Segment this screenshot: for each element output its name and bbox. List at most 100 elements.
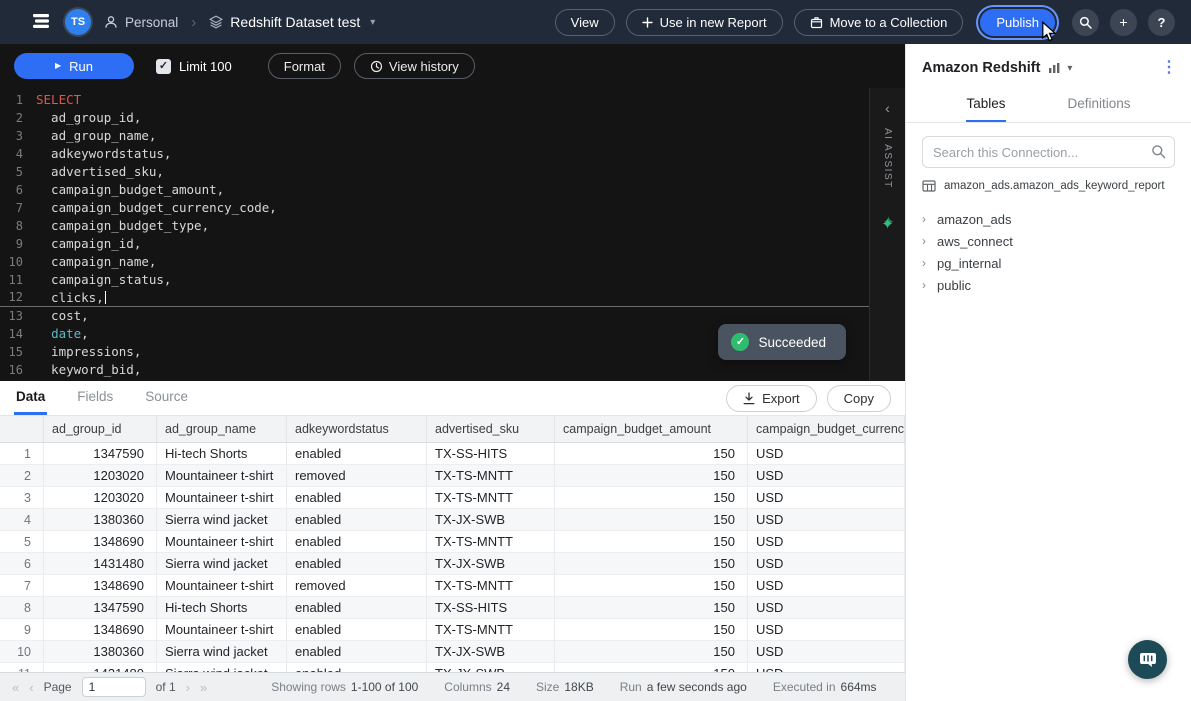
table-row[interactable]: 91348690Mountaineer t-shirtenabledTX-TS-…	[0, 619, 905, 641]
table-cell[interactable]: enabled	[287, 641, 427, 663]
table-cell[interactable]: 150	[555, 443, 748, 465]
connection-search-input[interactable]	[922, 136, 1175, 168]
app-logo[interactable]	[30, 11, 52, 33]
copy-button[interactable]: Copy	[827, 385, 891, 412]
code-line[interactable]: 2 ad_group_id,	[0, 109, 869, 127]
table-cell[interactable]: 1347590	[44, 597, 157, 619]
table-cell[interactable]: removed	[287, 575, 427, 597]
ai-sparkle-icon[interactable]: ✦	[881, 215, 894, 233]
table-cell[interactable]: Mountaineer t-shirt	[157, 487, 287, 509]
schema-tree-item[interactable]: ›pg_internal	[906, 252, 1191, 274]
table-cell[interactable]: enabled	[287, 619, 427, 641]
table-cell[interactable]: TX-TS-MNTT	[427, 575, 555, 597]
table-cell[interactable]: Mountaineer t-shirt	[157, 465, 287, 487]
search-button[interactable]	[1072, 9, 1099, 36]
breadcrumb-workspace[interactable]: Personal	[104, 15, 178, 30]
use-in-new-report-button[interactable]: Use in new Report	[626, 9, 783, 36]
code-line[interactable]: 12 clicks,	[0, 289, 869, 307]
export-button[interactable]: Export	[726, 385, 817, 412]
table-cell[interactable]: 150	[555, 553, 748, 575]
view-history-button[interactable]: View history	[354, 53, 475, 79]
table-cell[interactable]: enabled	[287, 597, 427, 619]
format-button[interactable]: Format	[268, 53, 341, 79]
table-cell[interactable]: USD	[748, 575, 905, 597]
table-cell[interactable]: 150	[555, 619, 748, 641]
table-cell[interactable]: TX-JX-SWB	[427, 663, 555, 672]
code-line[interactable]: 1SELECT	[0, 91, 869, 109]
table-cell[interactable]: Mountaineer t-shirt	[157, 531, 287, 553]
table-cell[interactable]: 150	[555, 641, 748, 663]
column-header[interactable]: ad_group_id	[44, 416, 157, 442]
table-cell[interactable]: 1348690	[44, 531, 157, 553]
code-line[interactable]: 5 advertised_sku,	[0, 163, 869, 181]
column-header[interactable]: campaign_budget_currency_code	[748, 416, 905, 442]
table-cell[interactable]: enabled	[287, 509, 427, 531]
table-cell[interactable]: Sierra wind jacket	[157, 641, 287, 663]
column-header[interactable]: ad_group_name	[157, 416, 287, 442]
run-button[interactable]: ▶ Run	[14, 53, 134, 79]
table-row[interactable]: 61431480Sierra wind jacketenabledTX-JX-S…	[0, 553, 905, 575]
table-cell[interactable]: TX-JX-SWB	[427, 509, 555, 531]
code-line[interactable]: 9 campaign_id,	[0, 235, 869, 253]
table-cell[interactable]: USD	[748, 509, 905, 531]
connection-type-selector[interactable]: ▾	[1048, 62, 1072, 74]
table-row[interactable]: 111431480Sierra wind jacketenabledTX-JX-…	[0, 663, 905, 672]
table-cell[interactable]: USD	[748, 465, 905, 487]
schema-tree-item[interactable]: ›amazon_ads	[906, 208, 1191, 230]
table-cell[interactable]: 150	[555, 663, 748, 672]
table-cell[interactable]: Sierra wind jacket	[157, 553, 287, 575]
collapse-icon[interactable]: ‹	[885, 100, 890, 116]
code-line[interactable]: 16 keyword_bid,	[0, 361, 869, 379]
tab-source[interactable]: Source	[143, 381, 190, 415]
code-line[interactable]: 6 campaign_budget_amount,	[0, 181, 869, 199]
table-cell[interactable]: Hi-tech Shorts	[157, 443, 287, 465]
table-cell[interactable]: 1348690	[44, 619, 157, 641]
table-cell[interactable]: USD	[748, 663, 905, 672]
table-cell[interactable]: removed	[287, 465, 427, 487]
tab-tables[interactable]: Tables	[964, 86, 1007, 122]
table-cell[interactable]: USD	[748, 487, 905, 509]
code-line[interactable]: 7 campaign_budget_currency_code,	[0, 199, 869, 217]
table-cell[interactable]: Sierra wind jacket	[157, 509, 287, 531]
table-cell[interactable]: TX-SS-HITS	[427, 597, 555, 619]
table-cell[interactable]: enabled	[287, 443, 427, 465]
table-cell[interactable]: TX-JX-SWB	[427, 641, 555, 663]
table-row[interactable]: 51348690Mountaineer t-shirtenabledTX-TS-…	[0, 531, 905, 553]
column-header[interactable]: campaign_budget_amount	[555, 416, 748, 442]
table-cell[interactable]: 1203020	[44, 465, 157, 487]
table-row[interactable]: 81347590Hi-tech ShortsenabledTX-SS-HITS1…	[0, 597, 905, 619]
first-page-button[interactable]: «	[12, 680, 19, 695]
table-cell[interactable]: Hi-tech Shorts	[157, 597, 287, 619]
chat-launcher-button[interactable]	[1128, 640, 1167, 679]
table-cell[interactable]: 150	[555, 509, 748, 531]
limit-checkbox-group[interactable]: ✓ Limit 100	[156, 59, 232, 74]
schema-tree-item[interactable]: ›public	[906, 274, 1191, 296]
table-cell[interactable]: enabled	[287, 487, 427, 509]
table-cell[interactable]: 1431480	[44, 663, 157, 672]
ai-assist-panel[interactable]: ‹ AI ASSIST ✦	[869, 88, 905, 381]
table-cell[interactable]: Mountaineer t-shirt	[157, 575, 287, 597]
table-cell[interactable]: 1347590	[44, 443, 157, 465]
table-row[interactable]: 71348690Mountaineer t-shirtremovedTX-TS-…	[0, 575, 905, 597]
table-cell[interactable]: USD	[748, 443, 905, 465]
table-cell[interactable]: Sierra wind jacket	[157, 663, 287, 672]
code-line[interactable]: 4 adkeywordstatus,	[0, 145, 869, 163]
table-row[interactable]: 41380360Sierra wind jacketenabledTX-JX-S…	[0, 509, 905, 531]
code-line[interactable]: 3 ad_group_name,	[0, 127, 869, 145]
tab-fields[interactable]: Fields	[75, 381, 115, 415]
move-to-collection-button[interactable]: Move to a Collection	[794, 9, 964, 36]
table-cell[interactable]: USD	[748, 641, 905, 663]
table-cell[interactable]: 150	[555, 597, 748, 619]
prev-page-button[interactable]: ‹	[29, 680, 33, 695]
table-cell[interactable]: 1380360	[44, 641, 157, 663]
table-cell[interactable]: TX-TS-MNTT	[427, 531, 555, 553]
table-cell[interactable]: 1431480	[44, 553, 157, 575]
table-cell[interactable]: USD	[748, 619, 905, 641]
pinned-table-item[interactable]: amazon_ads.amazon_ads_keyword_report	[906, 168, 1191, 200]
table-row[interactable]: 11347590Hi-tech ShortsenabledTX-SS-HITS1…	[0, 443, 905, 465]
last-page-button[interactable]: »	[200, 680, 207, 695]
table-cell[interactable]: TX-JX-SWB	[427, 553, 555, 575]
table-cell[interactable]: USD	[748, 597, 905, 619]
page-input[interactable]	[82, 677, 146, 697]
limit-checkbox[interactable]: ✓	[156, 59, 171, 74]
